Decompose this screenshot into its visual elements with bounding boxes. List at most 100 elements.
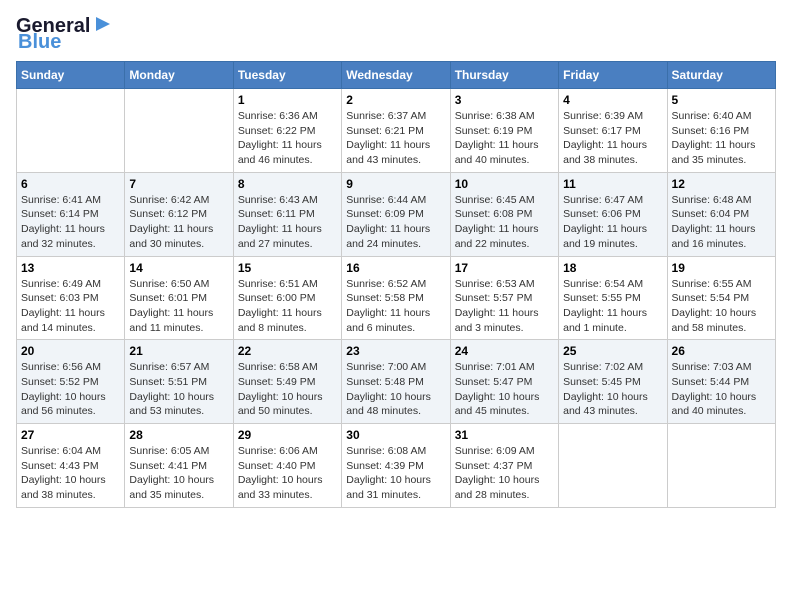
day-detail: Sunrise: 6:45 AMSunset: 6:08 PMDaylight:… [455,193,554,252]
calendar-cell: 7 Sunrise: 6:42 AMSunset: 6:12 PMDaylight… [125,172,233,256]
day-detail: Sunrise: 6:40 AMSunset: 6:16 PMDaylight:… [672,109,771,168]
day-number: 21 [129,344,228,358]
calendar-cell: 1 Sunrise: 6:36 AMSunset: 6:22 PMDaylight… [233,89,341,173]
calendar-cell: 2Sunrise: 6:37 AMSunset: 6:21 PMDaylight… [342,89,450,173]
day-detail: Sunrise: 6:49 AMSunset: 6:03 PMDaylight:… [21,277,120,336]
day-detail: Sunrise: 6:43 AMSunset: 6:11 PMDaylight:… [238,193,337,252]
day-detail: Sunrise: 6:58 AMSunset: 5:49 PMDaylight:… [238,360,337,419]
calendar-cell: 9 Sunrise: 6:44 AMSunset: 6:09 PMDaylight… [342,172,450,256]
col-header-friday: Friday [559,62,667,89]
calendar-cell [17,89,125,173]
day-number: 4 [563,93,662,107]
calendar-cell: 25 Sunrise: 7:02 AMSunset: 5:45 PMDayligh… [559,340,667,424]
day-detail: Sunrise: 7:02 AMSunset: 5:45 PMDaylight:… [563,360,662,419]
day-number: 18 [563,261,662,275]
day-number: 15 [238,261,337,275]
calendar-cell: 24 Sunrise: 7:01 AMSunset: 5:47 PMDayligh… [450,340,558,424]
calendar-cell: 13 Sunrise: 6:49 AMSunset: 6:03 PMDayligh… [17,256,125,340]
calendar-cell [125,89,233,173]
day-number: 6 [21,177,120,191]
day-detail: Sunrise: 6:50 AMSunset: 6:01 PMDaylight:… [129,277,228,336]
calendar-table: SundayMondayTuesdayWednesdayThursdayFrid… [16,61,776,508]
day-number: 25 [563,344,662,358]
day-number: 13 [21,261,120,275]
day-detail: Sunrise: 7:00 AMSunset: 5:48 PMDaylight:… [346,360,445,419]
day-number: 24 [455,344,554,358]
calendar-week-row: 20 Sunrise: 6:56 AMSunset: 5:52 PMDayligh… [17,340,776,424]
calendar-cell: 3 Sunrise: 6:38 AMSunset: 6:19 PMDaylight… [450,89,558,173]
day-detail: Sunrise: 6:47 AMSunset: 6:06 PMDaylight:… [563,193,662,252]
day-number: 8 [238,177,337,191]
day-detail: Sunrise: 6:48 AMSunset: 6:04 PMDaylight:… [672,193,771,252]
calendar-cell: 31 Sunrise: 6:09 AMSunset: 4:37 PMDayligh… [450,424,558,508]
calendar-cell: 8 Sunrise: 6:43 AMSunset: 6:11 PMDaylight… [233,172,341,256]
calendar-week-row: 13 Sunrise: 6:49 AMSunset: 6:03 PMDayligh… [17,256,776,340]
day-detail: Sunrise: 6:39 AMSunset: 6:17 PMDaylight:… [563,109,662,168]
day-detail: Sunrise: 6:44 AMSunset: 6:09 PMDaylight:… [346,193,445,252]
day-number: 3 [455,93,554,107]
calendar-week-row: 6 Sunrise: 6:41 AMSunset: 6:14 PMDaylight… [17,172,776,256]
day-number: 31 [455,428,554,442]
day-number: 26 [672,344,771,358]
calendar-cell: 28 Sunrise: 6:05 AMSunset: 4:41 PMDayligh… [125,424,233,508]
calendar-cell: 23 Sunrise: 7:00 AMSunset: 5:48 PMDayligh… [342,340,450,424]
day-detail: Sunrise: 6:05 AMSunset: 4:41 PMDaylight:… [129,444,228,503]
calendar-cell: 29 Sunrise: 6:06 AMSunset: 4:40 PMDayligh… [233,424,341,508]
day-detail: Sunrise: 6:54 AMSunset: 5:55 PMDaylight:… [563,277,662,336]
day-detail: Sunrise: 6:57 AMSunset: 5:51 PMDaylight:… [129,360,228,419]
day-number: 20 [21,344,120,358]
day-number: 12 [672,177,771,191]
day-number: 7 [129,177,228,191]
day-detail: Sunrise: 6:56 AMSunset: 5:52 PMDaylight:… [21,360,120,419]
calendar-cell: 17Sunrise: 6:53 AMSunset: 5:57 PMDayligh… [450,256,558,340]
day-number: 29 [238,428,337,442]
calendar-week-row: 27 Sunrise: 6:04 AMSunset: 4:43 PMDayligh… [17,424,776,508]
day-number: 27 [21,428,120,442]
calendar-week-row: 1 Sunrise: 6:36 AMSunset: 6:22 PMDaylight… [17,89,776,173]
day-detail: Sunrise: 6:41 AMSunset: 6:14 PMDaylight:… [21,193,120,252]
day-detail: Sunrise: 6:04 AMSunset: 4:43 PMDaylight:… [21,444,120,503]
calendar-cell: 14Sunrise: 6:50 AMSunset: 6:01 PMDayligh… [125,256,233,340]
day-detail: Sunrise: 6:37 AMSunset: 6:21 PMDaylight:… [346,109,445,168]
day-detail: Sunrise: 6:38 AMSunset: 6:19 PMDaylight:… [455,109,554,168]
calendar-cell: 18 Sunrise: 6:54 AMSunset: 5:55 PMDayligh… [559,256,667,340]
calendar-cell: 10 Sunrise: 6:45 AMSunset: 6:08 PMDayligh… [450,172,558,256]
col-header-saturday: Saturday [667,62,775,89]
calendar-cell: 19 Sunrise: 6:55 AMSunset: 5:54 PMDayligh… [667,256,775,340]
day-number: 22 [238,344,337,358]
day-detail: Sunrise: 6:36 AMSunset: 6:22 PMDaylight:… [238,109,337,168]
logo-blue-text: Blue [18,31,61,53]
day-detail: Sunrise: 7:03 AMSunset: 5:44 PMDaylight:… [672,360,771,419]
day-number: 11 [563,177,662,191]
day-detail: Sunrise: 6:42 AMSunset: 6:12 PMDaylight:… [129,193,228,252]
calendar-cell: 27 Sunrise: 6:04 AMSunset: 4:43 PMDayligh… [17,424,125,508]
col-header-monday: Monday [125,62,233,89]
day-detail: Sunrise: 6:08 AMSunset: 4:39 PMDaylight:… [346,444,445,503]
day-number: 23 [346,344,445,358]
calendar-cell [667,424,775,508]
day-number: 9 [346,177,445,191]
day-number: 28 [129,428,228,442]
day-detail: Sunrise: 6:53 AMSunset: 5:57 PMDaylight:… [455,277,554,336]
day-detail: Sunrise: 6:55 AMSunset: 5:54 PMDaylight:… [672,277,771,336]
day-detail: Sunrise: 6:09 AMSunset: 4:37 PMDaylight:… [455,444,554,503]
day-number: 1 [238,93,337,107]
calendar-cell [559,424,667,508]
calendar-cell: 21 Sunrise: 6:57 AMSunset: 5:51 PMDayligh… [125,340,233,424]
day-number: 19 [672,261,771,275]
calendar-cell: 12 Sunrise: 6:48 AMSunset: 6:04 PMDayligh… [667,172,775,256]
day-detail: Sunrise: 6:51 AMSunset: 6:00 PMDaylight:… [238,277,337,336]
col-header-sunday: Sunday [17,62,125,89]
calendar-cell: 30 Sunrise: 6:08 AMSunset: 4:39 PMDayligh… [342,424,450,508]
day-detail: Sunrise: 7:01 AMSunset: 5:47 PMDaylight:… [455,360,554,419]
day-detail: Sunrise: 6:06 AMSunset: 4:40 PMDaylight:… [238,444,337,503]
day-number: 5 [672,93,771,107]
day-number: 30 [346,428,445,442]
calendar-cell: 20 Sunrise: 6:56 AMSunset: 5:52 PMDayligh… [17,340,125,424]
logo: General Blue [16,16,114,53]
calendar-cell: 4 Sunrise: 6:39 AMSunset: 6:17 PMDaylight… [559,89,667,173]
calendar-cell: 6 Sunrise: 6:41 AMSunset: 6:14 PMDaylight… [17,172,125,256]
day-number: 10 [455,177,554,191]
page-header: General Blue [16,16,776,53]
calendar-cell: 16Sunrise: 6:52 AMSunset: 5:58 PMDayligh… [342,256,450,340]
